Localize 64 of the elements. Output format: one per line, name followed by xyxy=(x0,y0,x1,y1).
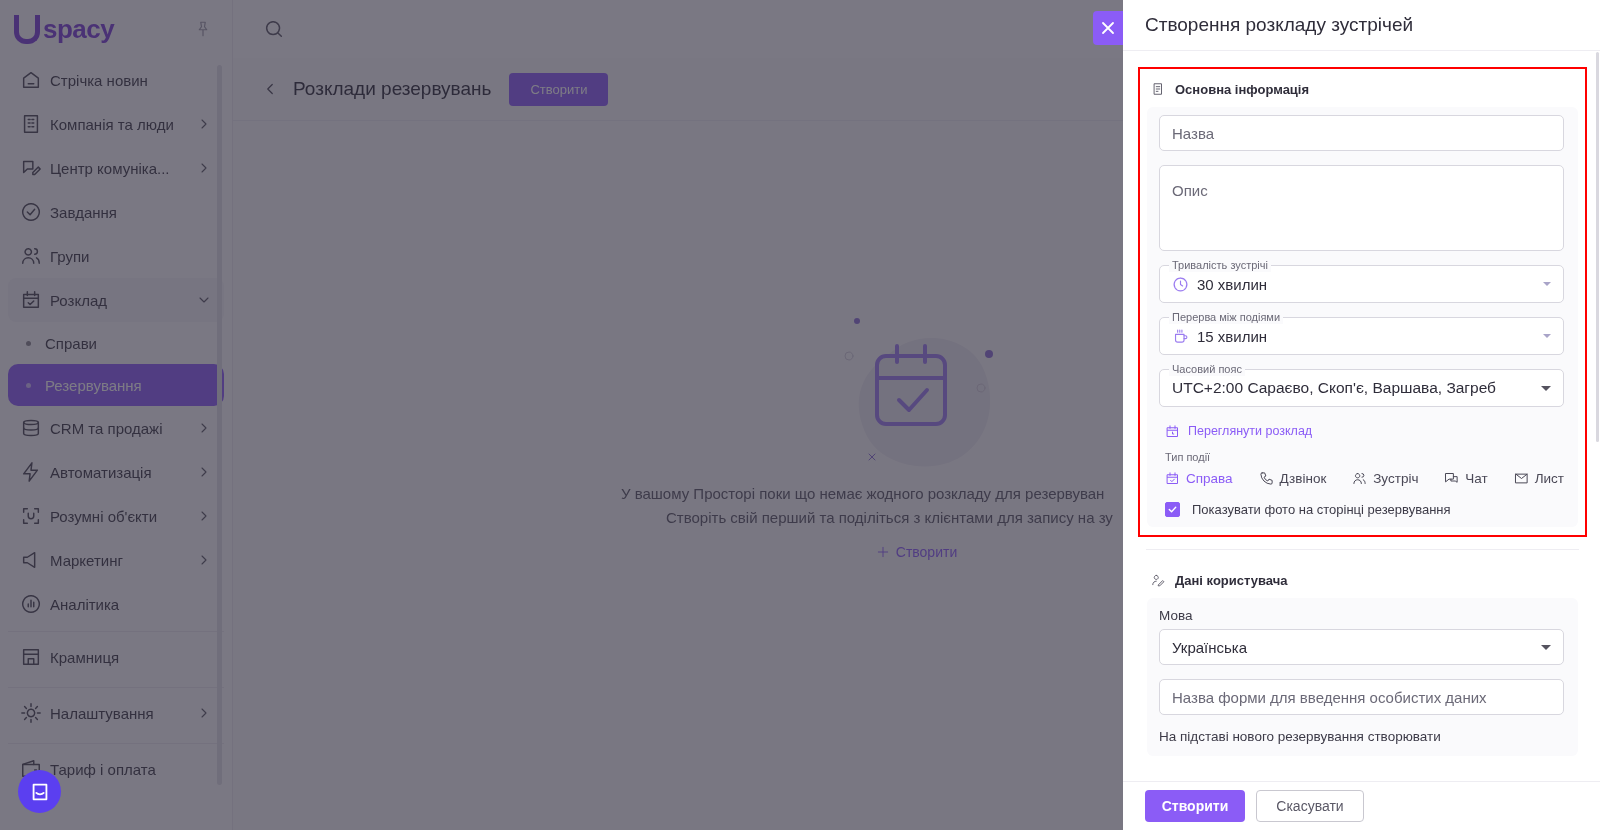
document-icon xyxy=(1151,82,1165,96)
logo-mark-icon xyxy=(14,14,40,44)
page-title: Розклади резервувань xyxy=(293,78,492,100)
chart-icon xyxy=(20,593,42,615)
settings-icon xyxy=(20,702,42,724)
chat-icon xyxy=(1444,471,1460,486)
form-name-field[interactable]: Назва форми для введення особистих даних xyxy=(1159,679,1564,715)
calendar-icon xyxy=(20,289,42,311)
event-type-option[interactable]: Справа xyxy=(1165,467,1233,490)
section-title: Основна інформація xyxy=(1175,81,1310,97)
plus-icon xyxy=(875,545,890,559)
name-field[interactable]: Назва xyxy=(1159,115,1564,151)
sidebar-item[interactable]: Стрічка новин xyxy=(8,58,224,102)
caret-icon xyxy=(1541,385,1551,391)
empty-state-text: Створіть свій перший та поділіться з клієнтами для запису на зу xyxy=(666,508,1113,528)
sidebar-item[interactable]: Розумні об'єкти xyxy=(8,494,224,538)
description-field[interactable]: Опис xyxy=(1159,165,1564,251)
sidebar-item[interactable]: Компанія та люди xyxy=(8,102,224,146)
sidebar-item[interactable]: Центр комуніка... xyxy=(8,146,224,190)
users-icon xyxy=(1352,471,1368,486)
envelope-icon xyxy=(1513,471,1529,486)
users-icon xyxy=(20,245,42,267)
checkbox-label: Показувати фото на сторінці резервування xyxy=(1192,502,1451,517)
scan-icon xyxy=(20,505,42,527)
search-icon[interactable] xyxy=(263,18,285,40)
calendar-icon xyxy=(1165,471,1180,486)
create-on-booking-label: На підставі нового резервування створювати xyxy=(1159,729,1442,744)
view-schedule-link[interactable]: Переглянути розклад xyxy=(1159,419,1564,443)
language-label: Мова xyxy=(1159,608,1194,623)
close-button[interactable] xyxy=(1093,11,1123,45)
sidebar-item[interactable]: Аналітика xyxy=(8,582,224,626)
event-type-label: Тип події xyxy=(1165,451,1212,463)
logo-text: spacy xyxy=(43,13,115,45)
checkbox[interactable] xyxy=(1165,502,1180,517)
sidebar-item[interactable]: CRM та продажі xyxy=(8,406,224,450)
sidebar-item[interactable]: Маркетинг xyxy=(8,538,224,582)
section-title: Дані користувача xyxy=(1175,572,1288,588)
logo[interactable]: spacy xyxy=(14,13,115,45)
database-icon xyxy=(20,417,42,439)
event-type-option[interactable]: Чат xyxy=(1444,467,1488,490)
caret-icon xyxy=(1543,334,1551,338)
sidebar-item[interactable]: Автоматизація xyxy=(8,450,224,494)
phone-icon xyxy=(1258,471,1274,486)
sidebar-item[interactable]: Групи xyxy=(8,234,224,278)
create-link[interactable]: Створити xyxy=(875,544,958,560)
cancel-button[interactable]: Скасувати xyxy=(1256,790,1364,822)
drawer-title: Створення розкладу зустрічей xyxy=(1145,14,1414,36)
caret-icon xyxy=(1543,282,1551,286)
event-type-option[interactable]: Дзвінок xyxy=(1258,467,1327,490)
cup-icon xyxy=(1172,327,1189,345)
event-type-option[interactable]: Зустріч xyxy=(1352,467,1419,490)
calendar-icon xyxy=(1165,423,1180,439)
home-icon xyxy=(20,69,42,91)
user-edit-icon xyxy=(1151,573,1165,587)
empty-state-text: У вашому Просторі поки що немає жодного розкладу для резервуван xyxy=(621,484,1105,504)
language-select[interactable]: Українська xyxy=(1159,629,1564,665)
sidebar-item[interactable]: Завдання xyxy=(8,190,224,234)
event-type-option[interactable]: Лист xyxy=(1513,467,1564,490)
check-circle-icon xyxy=(20,201,42,223)
clock-icon xyxy=(1172,275,1189,293)
store-icon xyxy=(20,646,42,668)
sidebar-subitem[interactable]: Справи xyxy=(8,322,224,364)
create-button[interactable]: Створити xyxy=(1145,790,1245,822)
check-icon xyxy=(1167,504,1178,515)
